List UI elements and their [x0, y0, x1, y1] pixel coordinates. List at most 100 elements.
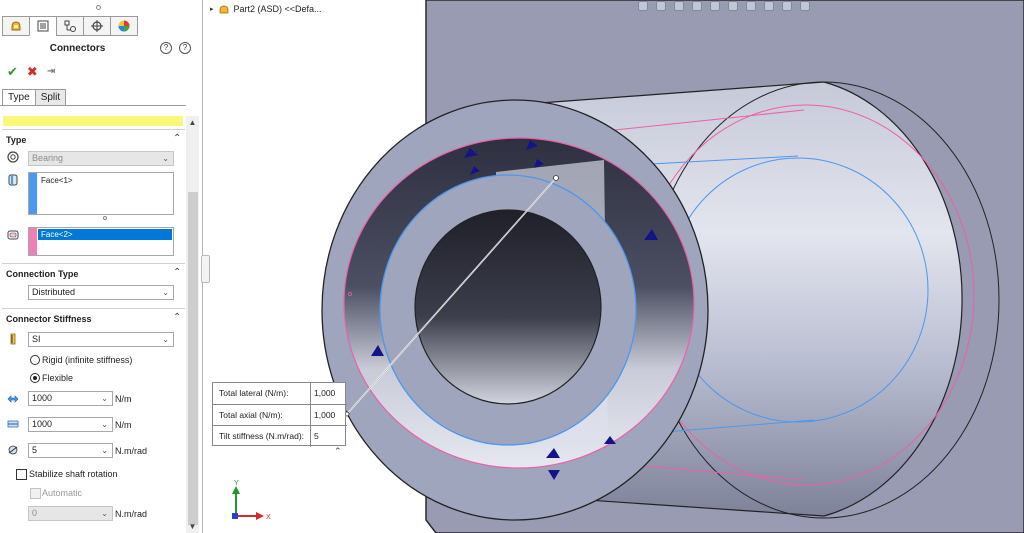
configuration-manager-tab[interactable]: [56, 16, 84, 36]
property-manager-panel: Connectors ? ? ✔ ✖ ⇥ Type Split ▲ ▼ Type…: [0, 0, 203, 533]
hide-show-items-icon[interactable]: [746, 1, 756, 11]
selection-item[interactable]: Face<1>: [41, 176, 73, 185]
connector-type-select[interactable]: Bearing ⌄: [28, 151, 174, 166]
help-button[interactable]: ?: [179, 42, 191, 54]
lateral-unit: N/m: [115, 394, 132, 404]
manager-tabs: [2, 16, 138, 36]
resize-grip-icon[interactable]: [103, 216, 107, 220]
axis-triad: Y X: [232, 480, 271, 521]
callout-row: Total lateral (N/m): 1,000: [213, 383, 347, 404]
panel-grip-icon[interactable]: [96, 5, 101, 10]
dimxpert-icon: [91, 20, 103, 32]
scroll-up-arrow-icon[interactable]: ▲: [186, 118, 199, 127]
unit-system-select[interactable]: SI ⌄: [28, 332, 174, 347]
chevron-down-icon: ⌄: [101, 420, 108, 429]
whats-wrong-button[interactable]: ?: [160, 42, 172, 54]
flexible-radio[interactable]: [30, 373, 40, 383]
collapse-stiffness-icon[interactable]: ⌃: [173, 312, 181, 323]
shaft-selection-box[interactable]: Face<1>: [28, 172, 174, 215]
stabilize-shaft-checkbox[interactable]: [16, 469, 27, 480]
axial-stiffness-icon: [7, 420, 19, 428]
property-manager-tab[interactable]: [29, 16, 57, 36]
display-manager-icon: [118, 20, 130, 32]
expand-arrow-icon[interactable]: ▸: [210, 5, 214, 13]
lateral-stiffness-input[interactable]: 1000 ⌄: [28, 391, 113, 406]
axial-stiffness-input[interactable]: 1000 ⌄: [28, 417, 113, 432]
property-manager-icon: [37, 20, 49, 32]
display-style-icon[interactable]: [728, 1, 738, 11]
type-section-heading: Type: [6, 135, 27, 145]
part-name-label[interactable]: Part2 (ASD) <<Defa...: [234, 4, 322, 14]
feature-tree-flyout[interactable]: ▸ Part2 (ASD) <<Defa...: [210, 3, 322, 15]
callout-value: 1,000: [314, 410, 336, 420]
sub-tab-divider: [0, 105, 186, 106]
zoom-to-fit-icon[interactable]: [638, 1, 648, 11]
apply-scene-icon[interactable]: [782, 1, 792, 11]
selection-item-selected[interactable]: Face<2>: [38, 229, 172, 240]
chevron-down-icon: ⌄: [162, 154, 169, 163]
graphics-area[interactable]: ▸ Part2 (ASD) <<Defa... Total lateral (N…: [204, 0, 1024, 533]
axial-unit: N/m: [115, 420, 132, 430]
ok-check-icon[interactable]: ✔: [7, 64, 18, 80]
tab-split[interactable]: Split: [34, 89, 67, 106]
scroll-down-arrow-icon[interactable]: ▼: [186, 522, 199, 531]
chevron-down-icon: ⌄: [162, 288, 169, 297]
connector-type-value: Bearing: [32, 153, 64, 163]
feature-manager-icon: [11, 21, 21, 31]
rotation-stiffness-input[interactable]: 0 ⌄: [28, 506, 113, 521]
heads-up-toolbar: [638, 1, 810, 11]
display-manager-tab[interactable]: [110, 16, 138, 36]
scrollbar-thumb[interactable]: [188, 192, 198, 525]
tilt-stiffness-icon: [8, 445, 18, 455]
section-view-icon[interactable]: [692, 1, 702, 11]
chevron-down-icon: ⌄: [101, 446, 108, 455]
automatic-label: Automatic: [42, 488, 83, 498]
leader-anchor-point[interactable]: [553, 175, 559, 181]
lateral-stiffness-icon: [7, 395, 19, 403]
stiffness-callout-table[interactable]: Total lateral (N/m): 1,000 Total axial (…: [212, 382, 347, 447]
view-settings-icon[interactable]: [800, 1, 810, 11]
model-canvas[interactable]: [204, 0, 1024, 533]
edit-appearance-icon[interactable]: [764, 1, 774, 11]
housing-face-icon: [7, 230, 19, 240]
connection-type-heading: Connection Type: [6, 269, 79, 279]
shaft-bore[interactable]: [414, 209, 602, 405]
section-divider: [2, 263, 185, 264]
rigid-radio[interactable]: [30, 355, 40, 365]
cancel-x-icon[interactable]: ✖: [27, 64, 38, 80]
callout-value: 5: [314, 431, 319, 441]
message-strip: [3, 116, 183, 126]
feature-manager-tab[interactable]: [2, 16, 30, 36]
callout-row: Total axial (N/m): 1,000: [213, 404, 347, 425]
configuration-manager-icon: [64, 20, 76, 32]
chevron-down-icon: ⌄: [101, 394, 108, 403]
callout-value: 1,000: [314, 388, 336, 398]
section-divider: [2, 308, 185, 309]
tab-type[interactable]: Type: [2, 89, 36, 106]
housing-selection-box[interactable]: Face<2>: [28, 227, 174, 256]
selection-color-stripe: [29, 228, 37, 255]
callout-collapse-icon[interactable]: ⌃: [334, 446, 342, 457]
stabilize-shaft-label: Stabilize shaft rotation: [29, 469, 118, 479]
tilt-stiffness-input[interactable]: 5 ⌄: [28, 443, 113, 458]
rigid-label: Rigid (infinite stiffness): [42, 355, 133, 365]
automatic-checkbox[interactable]: [30, 488, 41, 499]
action-buttons: ✔ ✖ ⇥: [7, 64, 55, 80]
tilt-unit: N.m/rad: [115, 446, 148, 456]
zoom-to-area-icon[interactable]: [656, 1, 666, 11]
keep-visible-pin-icon[interactable]: ⇥: [47, 64, 55, 80]
view-orientation-icon[interactable]: [710, 1, 720, 11]
selection-color-stripe: [29, 173, 37, 214]
collapse-connection-type-icon[interactable]: ⌃: [173, 267, 181, 278]
chevron-down-icon: ⌄: [101, 509, 108, 518]
axial-stiffness-value: 1000: [32, 419, 53, 429]
callout-key: Total lateral (N/m):: [219, 388, 289, 398]
connection-type-select[interactable]: Distributed ⌄: [28, 285, 174, 300]
collapse-type-section-icon[interactable]: ⌃: [173, 133, 181, 144]
panel-collapse-handle[interactable]: [201, 255, 210, 283]
dimxpert-manager-tab[interactable]: [83, 16, 111, 36]
connector-stiffness-heading: Connector Stiffness: [6, 314, 92, 324]
lateral-stiffness-value: 1000: [32, 393, 53, 403]
shaft-face-icon: [8, 174, 18, 186]
previous-view-icon[interactable]: [674, 1, 684, 11]
